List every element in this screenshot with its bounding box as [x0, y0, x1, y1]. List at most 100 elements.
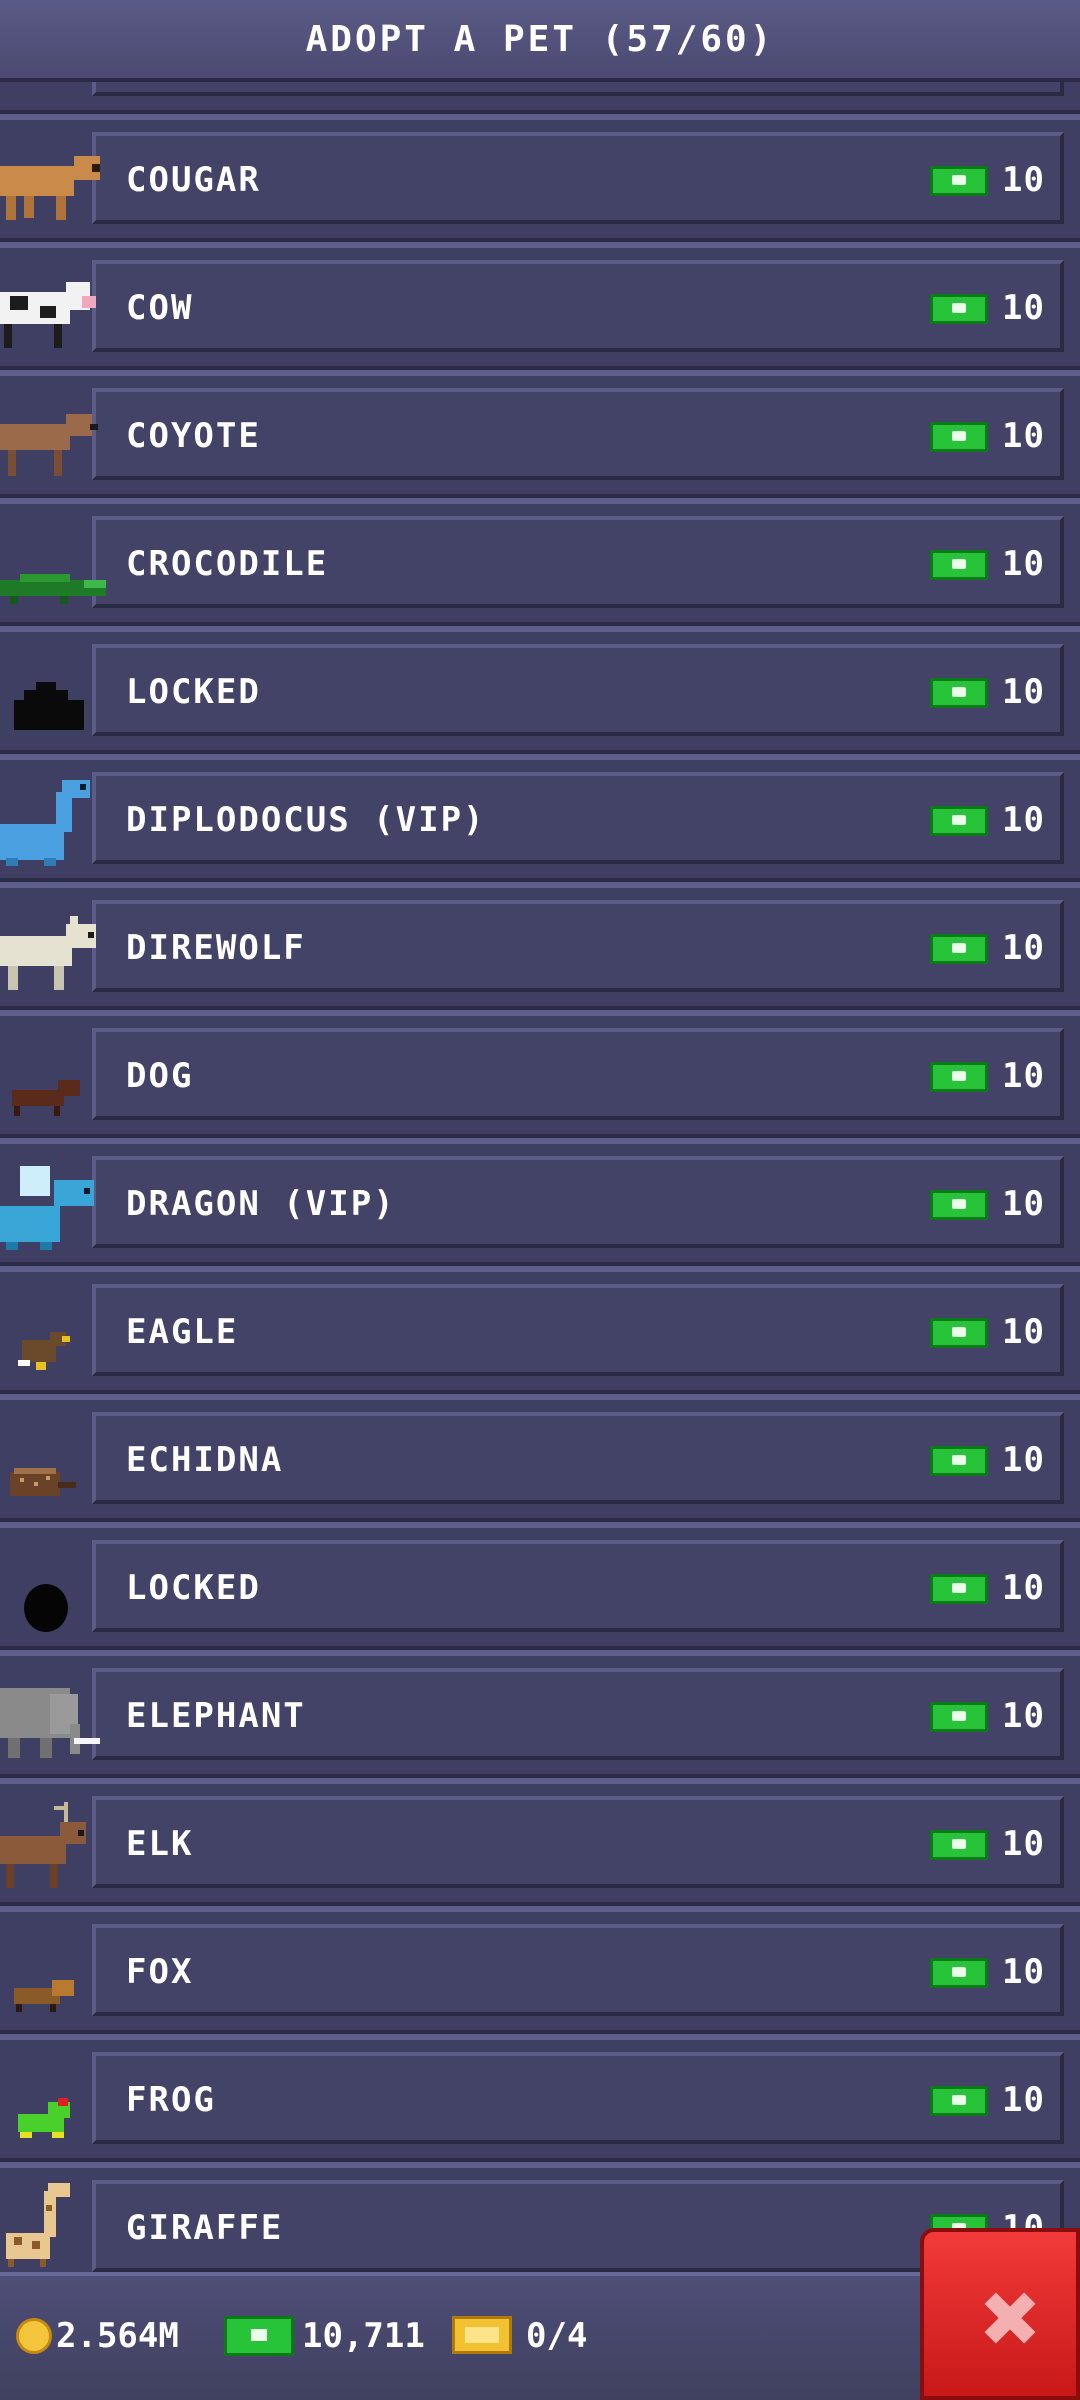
coyote-icon	[0, 414, 98, 476]
pet-name: ELK	[126, 1824, 194, 1864]
pet-price: 10	[1002, 1312, 1045, 1352]
elephant-icon	[0, 1688, 100, 1758]
pet-name: DIPLODOCUS (VIP)	[126, 800, 486, 840]
pet-name: ECHIDNA	[126, 1440, 284, 1480]
pet-name: DOG	[126, 1056, 194, 1096]
pet-name: LOCKED	[126, 1568, 261, 1608]
cash-icon	[930, 1062, 988, 1092]
cash-icon	[930, 1446, 988, 1476]
pet-row-frog[interactable]: FROG 10	[0, 2034, 1080, 2162]
pet-name: COUGAR	[126, 160, 261, 200]
pet-name: ELEPHANT	[126, 1696, 306, 1736]
echidna-icon	[10, 1468, 76, 1496]
pet-row-coyote[interactable]: COYOTE 10	[0, 370, 1080, 498]
pet-price: 10	[1002, 1440, 1045, 1480]
cash-icon	[930, 1958, 988, 1988]
locked-egg-icon	[24, 1584, 68, 1632]
pet-row-cow[interactable]: COW 10	[0, 242, 1080, 370]
pet-price: 10	[1002, 1184, 1045, 1224]
cash-icon	[930, 1190, 988, 1220]
cash-icon	[930, 422, 988, 452]
pet-row-direwolf[interactable]: DIREWOLF 10	[0, 882, 1080, 1010]
elk-icon	[0, 1802, 86, 1888]
pet-price: 10	[1002, 1696, 1045, 1736]
pet-name: CROCODILE	[126, 544, 329, 584]
pet-row-locked[interactable]: LOCKED 10	[0, 626, 1080, 754]
cash-balance: 10,711	[302, 2316, 425, 2356]
pet-row-dragon[interactable]: DRAGON (VIP) 10	[0, 1138, 1080, 1266]
currency-bar: 2.564M 10,711 0/4	[0, 2272, 1080, 2400]
row-panel	[92, 1924, 1064, 2016]
pet-name: DIREWOLF	[126, 928, 306, 968]
frog-icon	[18, 2098, 70, 2138]
row-panel	[92, 260, 1064, 352]
cash-icon	[930, 2086, 988, 2116]
fox-icon	[14, 1980, 74, 2012]
pet-price: 10	[1002, 416, 1045, 456]
cash-icon	[930, 1318, 988, 1348]
eagle-icon	[18, 1332, 70, 1370]
cow-icon	[0, 282, 96, 348]
pet-price: 10	[1002, 544, 1045, 584]
pet-price: 10	[1002, 1824, 1045, 1864]
close-icon	[984, 2292, 1036, 2344]
ticket-count: 0/4	[526, 2316, 588, 2356]
pet-name: DRAGON (VIP)	[126, 1184, 396, 1224]
locked-silhouette-icon	[14, 682, 84, 730]
cash-icon	[930, 550, 988, 580]
pet-name: GIRAFFE	[126, 2208, 284, 2248]
pet-price: 10	[1002, 800, 1045, 840]
row-panel	[92, 2052, 1064, 2144]
diplodocus-icon	[0, 780, 90, 866]
pet-price: 10	[1002, 1056, 1045, 1096]
pet-row-diplodocus[interactable]: DIPLODOCUS (VIP) 10	[0, 754, 1080, 882]
pet-price: 10	[1002, 160, 1045, 200]
row-panel	[92, 1796, 1064, 1888]
cash-icon	[930, 806, 988, 836]
pet-row-fox[interactable]: FOX 10	[0, 1906, 1080, 2034]
pet-row-dog[interactable]: DOG 10	[0, 1010, 1080, 1138]
pet-row-elk[interactable]: ELK 10	[0, 1778, 1080, 1906]
pet-price: 10	[1002, 288, 1045, 328]
cash-icon	[930, 166, 988, 196]
cash-icon	[930, 1574, 988, 1604]
cash-icon	[930, 294, 988, 324]
cash-icon	[930, 1830, 988, 1860]
cash-icon	[224, 2316, 294, 2356]
pet-row-eagle[interactable]: EAGLE 10	[0, 1266, 1080, 1394]
pet-list[interactable]: COUGAR 10 COW 10 COYOTE 10 CROCODILE 10 …	[0, 0, 1080, 2400]
pet-name: LOCKED	[126, 672, 261, 712]
pet-name: COW	[126, 288, 194, 328]
pet-row-cougar[interactable]: COUGAR 10	[0, 114, 1080, 242]
pet-price: 10	[1002, 672, 1045, 712]
ticket-icon	[452, 2316, 512, 2354]
pet-price: 10	[1002, 1952, 1045, 1992]
cash-icon	[930, 678, 988, 708]
coin-icon	[16, 2318, 52, 2354]
pet-name: FOX	[126, 1952, 194, 1992]
pet-row-crocodile[interactable]: CROCODILE 10	[0, 498, 1080, 626]
row-panel	[92, 1028, 1064, 1120]
pet-name: COYOTE	[126, 416, 261, 456]
title-bar: ADOPT A PET (57/60)	[0, 0, 1080, 82]
pet-row-giraffe[interactable]: GIRAFFE 10	[0, 2162, 1080, 2290]
pet-price: 10	[1002, 1568, 1045, 1608]
pet-row-echidna[interactable]: ECHIDNA 10	[0, 1394, 1080, 1522]
dog-icon	[12, 1080, 80, 1116]
close-button[interactable]	[920, 2228, 1080, 2400]
cash-icon	[930, 934, 988, 964]
pet-row-locked[interactable]: LOCKED 10	[0, 1522, 1080, 1650]
crocodile-icon	[0, 574, 106, 604]
giraffe-icon	[6, 2183, 70, 2267]
cougar-icon	[0, 156, 100, 220]
coin-balance: 2.564M	[56, 2316, 179, 2356]
page-title: ADOPT A PET (57/60)	[305, 18, 775, 60]
pet-name: EAGLE	[126, 1312, 239, 1352]
pet-price: 10	[1002, 2080, 1045, 2120]
cash-icon	[930, 1702, 988, 1732]
direwolf-icon	[0, 916, 96, 990]
dragon-icon	[0, 1166, 94, 1250]
pet-name: FROG	[126, 2080, 216, 2120]
pet-price: 10	[1002, 928, 1045, 968]
pet-row-elephant[interactable]: ELEPHANT 10	[0, 1650, 1080, 1778]
